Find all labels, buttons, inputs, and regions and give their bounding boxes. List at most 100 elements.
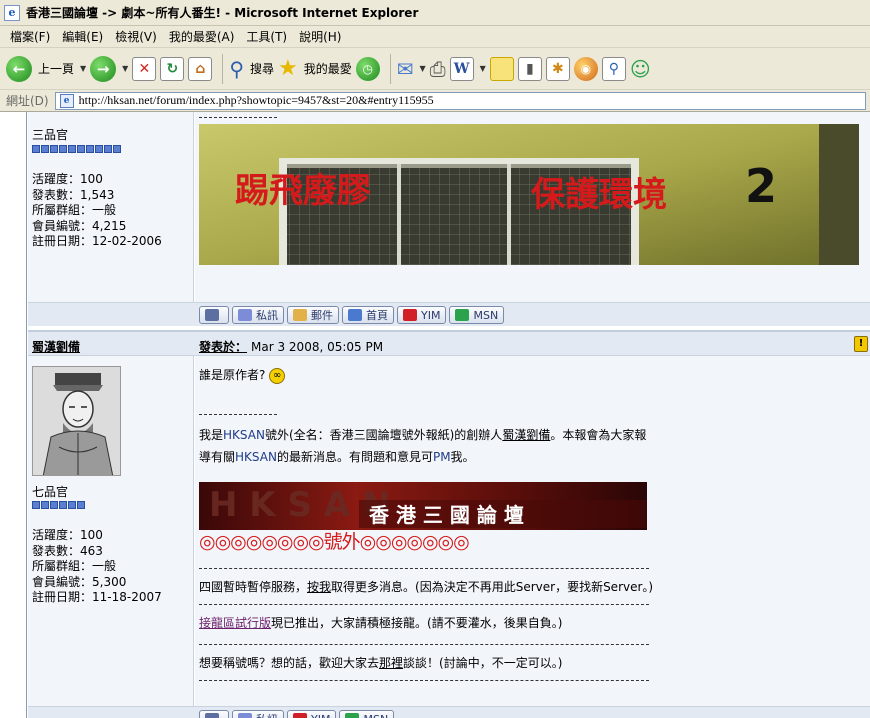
contact-buttons: 私訊 郵件 首頁 YIM MSN [199,306,505,324]
haowai-line: ◎◎◎◎◎◎◎◎號外◎◎◎◎◎◎◎ [199,531,470,553]
rank-pip [95,145,103,153]
pm-button[interactable]: 私訊 [232,710,284,718]
homepage-button[interactable]: 首頁 [342,306,394,324]
author-column: 三品官 活躍度：100 發表數：1,543 所屬群組：一般 會員編號：4,215… [28,112,194,302]
back-dropdown-icon[interactable]: ▼ [80,64,86,73]
post-author-link[interactable]: 蜀漢劉備 [32,338,80,355]
stop-button[interactable]: ✕ [132,52,157,86]
edit-button[interactable]: W ▼ [449,52,486,86]
book-icon: ▮ [517,56,542,81]
forward-button[interactable]: → ▼ [90,52,128,86]
msn-icon [455,309,470,321]
menu-help[interactable]: 說明(H) [293,28,347,45]
author-column: 七品官 活躍度：100 發表數：463 所屬群組：一般 會員編號：5,300 註… [28,356,194,706]
svg-text:香 港 三 國 論 壇: 香 港 三 國 論 壇 [369,503,524,527]
edit-dropdown-icon[interactable]: ▼ [480,64,486,73]
note-button[interactable] [489,52,514,86]
post-footer: 私訊 郵件 首頁 YIM MSN [28,302,870,326]
magnifier-icon: ⚲ [601,56,626,81]
back-button[interactable]: ← 上一頁 ▼ [6,52,86,86]
profile-button[interactable] [199,306,229,324]
post-body-column: 誰是原作者? ∞ 我是HKSAN號外(全名：香港三國論壇號外報紙)的創辦人蜀漢劉… [195,356,870,706]
buddies-icon: ☺ [629,56,651,81]
stop-icon: ✕ [132,56,157,81]
notice-chain: 接龍區試行版現已推出，大家請積極接龍。(請不要灌水，後果自負。) [199,616,563,630]
wall-window-photo: 踢飛廢膠 保護環境 2 [199,124,859,265]
rank-pip [104,145,112,153]
tools-button[interactable]: ✱ [545,52,570,86]
address-label: 網址(D) [6,94,49,108]
click-me-link[interactable]: 按我 [307,580,331,594]
home-button[interactable]: ⌂ [188,52,213,86]
report-icon[interactable]: ! [854,336,868,352]
msn-button[interactable]: MSN [449,306,505,324]
history-button[interactable]: ◷ [355,52,380,86]
window-title: 香港三國論壇 -> 劇本~所有人番生! - Microsoft Internet… [26,6,419,20]
forward-dropdown-icon[interactable]: ▼ [122,64,128,73]
rank-pip [50,501,58,509]
rank-pips [32,145,121,153]
left-gutter [0,112,27,718]
svg-text:踢飛廢膠: 踢飛廢膠 [235,171,371,211]
menu-favorites[interactable]: 我的最愛(A) [163,28,241,45]
founder-link[interactable]: 蜀漢劉備 [502,428,550,442]
yahoo-icon [403,309,417,321]
rank-pip [50,145,58,153]
rank-pip [77,145,85,153]
menu-view[interactable]: 檢視(V) [109,28,163,45]
discuss-button[interactable]: ⚲ [601,52,626,86]
menu-file[interactable]: 檔案(F) [4,28,56,45]
back-label: 上一頁 [38,62,75,76]
profile-button[interactable] [199,710,229,718]
toolbar-separator [389,53,391,84]
rank-pip [59,145,67,153]
yim-button[interactable]: YIM [397,306,447,324]
mail-icon: ✉ [396,56,414,81]
research-button[interactable]: ▮ [517,52,542,86]
rank-pip [41,501,49,509]
address-input[interactable]: e http://hksan.net/forum/index.php?showt… [54,91,866,110]
there-link[interactable]: 那裡 [379,656,403,670]
address-url[interactable]: http://hksan.net/forum/index.php?showtop… [79,93,434,108]
refresh-button[interactable]: ↻ [160,52,185,86]
pm-icon [238,309,252,321]
msn-icon [345,713,360,718]
messenger-button[interactable]: ◉ [573,52,598,86]
word-icon: W [449,56,474,81]
liu-bei-portrait [33,367,120,475]
ie-logo-icon: e [4,4,20,21]
mail-dropdown-icon[interactable]: ▼ [420,64,426,73]
notice-server: 四國暫時暫停服務，按我取得更多消息。(因為決定不再用此Server，要找新Ser… [199,580,654,594]
back-arrow-icon: ← [6,55,32,82]
email-icon [293,309,307,321]
favorites-label: 我的最愛 [303,62,352,76]
menu-edit[interactable]: 編輯(E) [56,28,109,45]
post-footer: 私訊 YIM MSN [28,706,870,718]
menu-tools[interactable]: 工具(T) [240,28,293,45]
avatar [32,366,121,476]
email-button[interactable]: 郵件 [287,306,339,324]
notice-divider [199,568,649,569]
favorites-button[interactable]: ★ 我的最愛 [278,52,352,86]
rank-pip [77,501,85,509]
msn-button[interactable]: MSN [339,710,395,718]
rank-pip [68,501,76,509]
print-button[interactable]: ⎙ [430,52,446,86]
mail-button[interactable]: ✉ ▼ [397,52,426,86]
yim-button[interactable]: YIM [287,710,337,718]
signature-banner-image: 踢飛廢膠 保護環境 2 [199,124,859,265]
post-message: 誰是原作者? ∞ [199,366,286,384]
pm-button[interactable]: 私訊 [232,306,284,324]
refresh-icon: ↻ [160,56,185,81]
rank-pip [59,501,67,509]
msn-messenger-button[interactable]: ☺ [630,52,651,86]
history-icon: ◷ [355,56,380,81]
hksan-banner-image: H K S A N 香 港 三 國 論 壇 [199,482,647,530]
rank-pip [113,145,121,153]
menu-bar: 檔案(F) 編輯(E) 檢視(V) 我的最愛(A) 工具(T) 說明(H) [0,26,870,48]
chain-area-link[interactable]: 接龍區試行版 [199,616,271,630]
member-rank: 三品官 [32,128,69,142]
rank-pips [32,501,85,509]
search-button[interactable]: ⚲ 搜尋 [229,52,274,86]
notice-divider [199,644,649,645]
